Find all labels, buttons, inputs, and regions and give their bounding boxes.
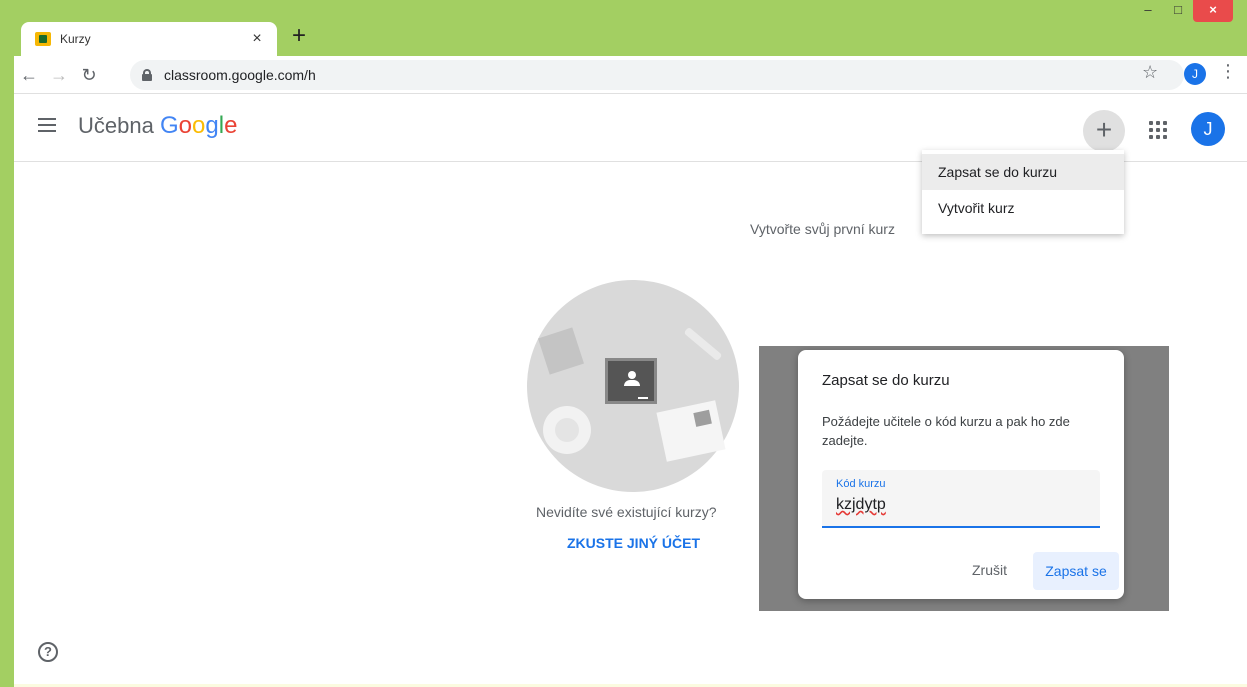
forward-icon[interactable]: →	[44, 61, 74, 89]
paper-icon	[538, 327, 584, 375]
join-button[interactable]: Zapsat se	[1033, 552, 1119, 590]
browser-tab[interactable]: Kurzy ×	[21, 22, 277, 56]
cancel-button[interactable]: Zrušit	[972, 562, 1007, 578]
address-bar[interactable]: classroom.google.com/h	[130, 60, 1184, 90]
back-icon[interactable]: ←	[14, 61, 44, 89]
avatar[interactable]: J	[1191, 112, 1225, 146]
help-icon[interactable]: ?	[38, 642, 58, 662]
maximize-button[interactable]: □	[1163, 0, 1193, 22]
join-class-dialog: Zapsat se do kurzu Požádejte učitele o k…	[798, 350, 1124, 599]
pencil-icon	[683, 326, 723, 362]
dialog-instruction: Požádejte učitele o kód kurzu a pak ho z…	[822, 414, 1070, 448]
classroom-favicon-icon	[35, 32, 51, 46]
browser-toolbar: ← → ↻ classroom.google.com/h ☆ J ⋮	[14, 56, 1247, 94]
brand-prefix: Učebna	[78, 113, 154, 138]
empty-state-illustration	[527, 280, 739, 492]
try-other-account-link[interactable]: ZKUSTE JINÝ ÚČET	[567, 535, 700, 551]
browser-titlebar: Kurzy × + – □ ×	[0, 0, 1247, 56]
google-wordmark: Google	[159, 112, 238, 139]
reload-icon[interactable]: ↻	[74, 61, 104, 89]
folder-icon	[656, 400, 726, 462]
cup-icon	[543, 406, 591, 454]
lock-icon[interactable]	[142, 69, 152, 81]
apps-icon[interactable]	[1149, 121, 1167, 139]
add-menu: Zapsat se do kurzu Vytvořit kurz	[922, 150, 1124, 234]
plus-icon[interactable]: +	[1083, 110, 1125, 152]
more-icon[interactable]: ⋮	[1219, 61, 1237, 82]
join-dialog-overlay: Zapsat se do kurzu Požádejte učitele o k…	[759, 346, 1169, 611]
dialog-title: Zapsat se do kurzu	[822, 372, 950, 389]
tab-title: Kurzy	[60, 32, 91, 46]
menu-item-create-class[interactable]: Vytvořit kurz	[922, 190, 1124, 226]
tab-close-icon[interactable]: ×	[245, 30, 269, 48]
class-code-label: Kód kurzu	[836, 478, 886, 490]
no-courses-text: Nevidíte své existující kurzy?	[536, 504, 717, 520]
new-tab-button[interactable]: +	[287, 22, 311, 50]
browser-profile-avatar[interactable]: J	[1184, 63, 1206, 85]
brand-logo[interactable]: Učebna Google	[78, 112, 237, 140]
menu-item-join-class[interactable]: Zapsat se do kurzu	[922, 154, 1124, 190]
minimize-button[interactable]: –	[1133, 0, 1163, 22]
url-text[interactable]: classroom.google.com/h	[164, 67, 316, 83]
hamburger-icon[interactable]	[38, 118, 56, 132]
class-code-field[interactable]: Kód kurzu kzjdytp	[822, 470, 1100, 528]
classroom-board-icon	[605, 358, 657, 404]
star-icon[interactable]: ☆	[1142, 62, 1158, 83]
window-controls: – □ ×	[1133, 0, 1233, 22]
class-code-input[interactable]: kzjdytp	[836, 496, 886, 514]
close-window-button[interactable]: ×	[1193, 0, 1233, 22]
classroom-page: Učebna Google + J Vytvořte svůj první ku…	[14, 94, 1247, 687]
